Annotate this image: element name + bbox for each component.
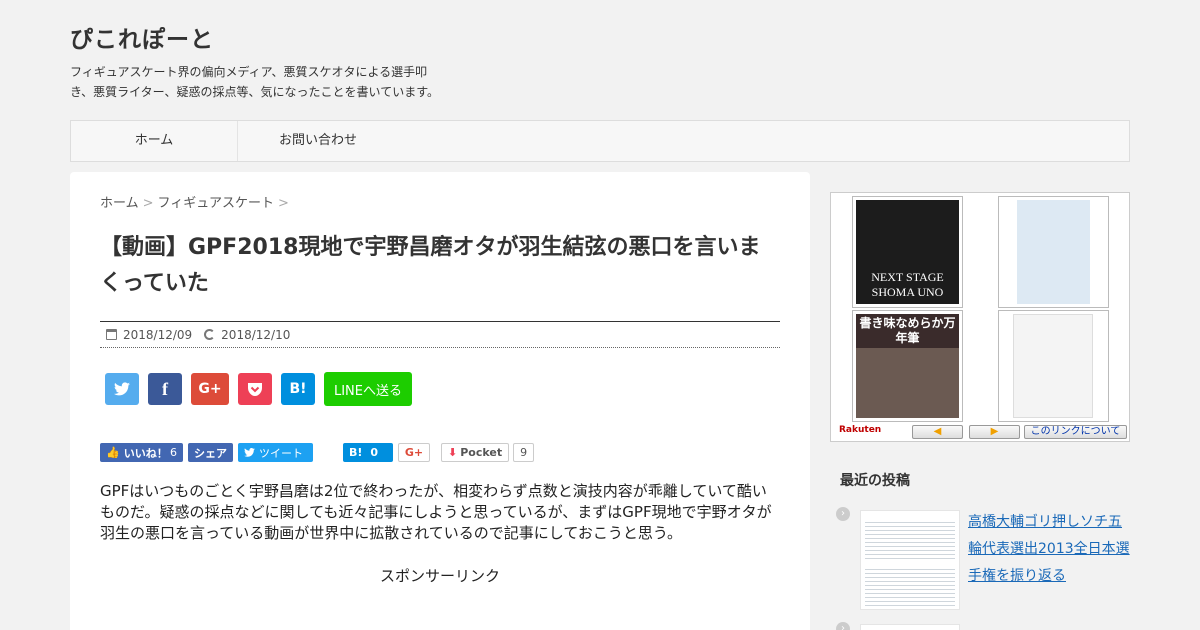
rakuten-ad: NEXT STAGE SHOMA UNO 書き味なめらか万年筆 Rakuten …: [830, 192, 1130, 442]
pocket-label: Pocket: [460, 446, 503, 459]
pocket-icon: [248, 382, 262, 396]
breadcrumb-category[interactable]: フィギュアスケート: [158, 196, 274, 211]
global-nav: ホーム お問い合わせ: [70, 120, 1130, 162]
like-label: いいね！: [123, 446, 168, 460]
updated-date: 2018/12/10: [221, 327, 291, 342]
site-description: フィギュアスケート界の偏向メディア、悪質スケオタによる選手叩き、悪質ライター、疑…: [70, 65, 440, 99]
ad-next-button[interactable]: ▶: [969, 425, 1020, 439]
ad-item-image: 書き味なめらか万年筆: [856, 314, 959, 418]
twitter-icon: [114, 382, 130, 396]
breadcrumb: ホーム > フィギュアスケート >: [100, 192, 293, 211]
post-thumbnail[interactable]: [860, 510, 960, 610]
ad-item-image: [1013, 314, 1093, 418]
line-share-button[interactable]: LINEへ送る: [324, 372, 412, 406]
breadcrumb-separator: >: [278, 196, 289, 211]
like-count: 6: [170, 446, 177, 459]
sponsor-link-label: スポンサーリンク: [379, 567, 500, 585]
ad-item-caption: NEXT STAGE SHOMA UNO: [871, 270, 944, 299]
ad-item[interactable]: [998, 310, 1109, 422]
chevron-right-icon: ›: [836, 507, 850, 521]
pocket-icon: ⬇: [448, 446, 458, 459]
published-date: 2018/12/09: [123, 327, 193, 342]
share-buttons-small: 👍 いいね！ 6 シェア ツイート B! 0 G+ ⬇ Pocket 9: [100, 443, 535, 462]
hatena-bookmark-button[interactable]: B! 0: [343, 443, 393, 462]
pocket-count: 9: [513, 443, 535, 462]
ad-item-caption: 書き味なめらか万年筆: [856, 314, 959, 348]
facebook-share-small-button[interactable]: シェア: [188, 443, 233, 462]
thumbnail-table-graphic: [865, 519, 955, 559]
ad-item-image: [1017, 200, 1090, 304]
rakuten-logo: Rakuten: [839, 425, 882, 435]
ad-prev-button[interactable]: ◀: [912, 425, 963, 439]
calendar-icon: [106, 329, 117, 340]
article-meta: 2018/12/09 2018/12/10: [100, 321, 780, 348]
share-buttons-large: f G+ B! LINEへ送る: [105, 372, 421, 406]
breadcrumb-home[interactable]: ホーム: [100, 196, 139, 211]
twitter-icon: [244, 448, 255, 457]
facebook-like-button[interactable]: 👍 いいね！ 6: [100, 443, 183, 462]
nav-item-home[interactable]: ホーム: [71, 121, 238, 161]
googleplus-small-button[interactable]: G+: [398, 443, 430, 462]
tweet-label: ツイート: [259, 446, 303, 460]
site-title[interactable]: ぴこれぽーと: [70, 20, 214, 54]
recent-posts-title: 最近の投稿: [840, 473, 910, 489]
thumbs-up-icon: 👍: [106, 446, 120, 459]
twitter-share-button[interactable]: [105, 373, 139, 405]
recent-post-link[interactable]: 高橋大輔ゴリ押しソチ五輪代表選出2013全日本選手権を振り返る: [968, 509, 1130, 590]
tweet-button[interactable]: ツイート: [238, 443, 313, 462]
chevron-right-icon: ›: [836, 622, 850, 630]
ad-item-image: NEXT STAGE SHOMA UNO: [856, 200, 959, 304]
googleplus-share-button[interactable]: G+: [191, 373, 229, 405]
thumbnail-table-graphic: [865, 566, 955, 606]
pocket-small-button[interactable]: ⬇ Pocket: [441, 443, 510, 462]
pocket-share-button[interactable]: [238, 373, 272, 405]
ad-item[interactable]: NEXT STAGE SHOMA UNO: [852, 196, 963, 308]
post-thumbnail[interactable]: [860, 624, 960, 630]
article-body: GPFはいつものごとく宇野昌磨は2位で終わったが、相変わらず点数と演技内容が乖離…: [100, 482, 772, 542]
hatena-count: 0: [370, 446, 379, 459]
hatena-label: B!: [349, 446, 363, 459]
ad-about-link[interactable]: このリンクについて: [1024, 425, 1127, 439]
refresh-icon: [204, 329, 216, 340]
nav-item-contact[interactable]: お問い合わせ: [238, 121, 398, 161]
ad-item[interactable]: [998, 196, 1109, 308]
ad-item[interactable]: 書き味なめらか万年筆: [852, 310, 963, 422]
main-content: ホーム > フィギュアスケート > 【動画】GPF2018現地で宇野昌磨オタが羽生結弦…: [70, 172, 810, 630]
breadcrumb-separator: >: [142, 196, 154, 211]
facebook-share-button[interactable]: f: [148, 373, 182, 405]
hatena-share-button[interactable]: B!: [281, 373, 315, 405]
article-title: 【動画】GPF2018現地で宇野昌磨オタが羽生結弦の悪口を言いまくっていた: [100, 235, 761, 296]
